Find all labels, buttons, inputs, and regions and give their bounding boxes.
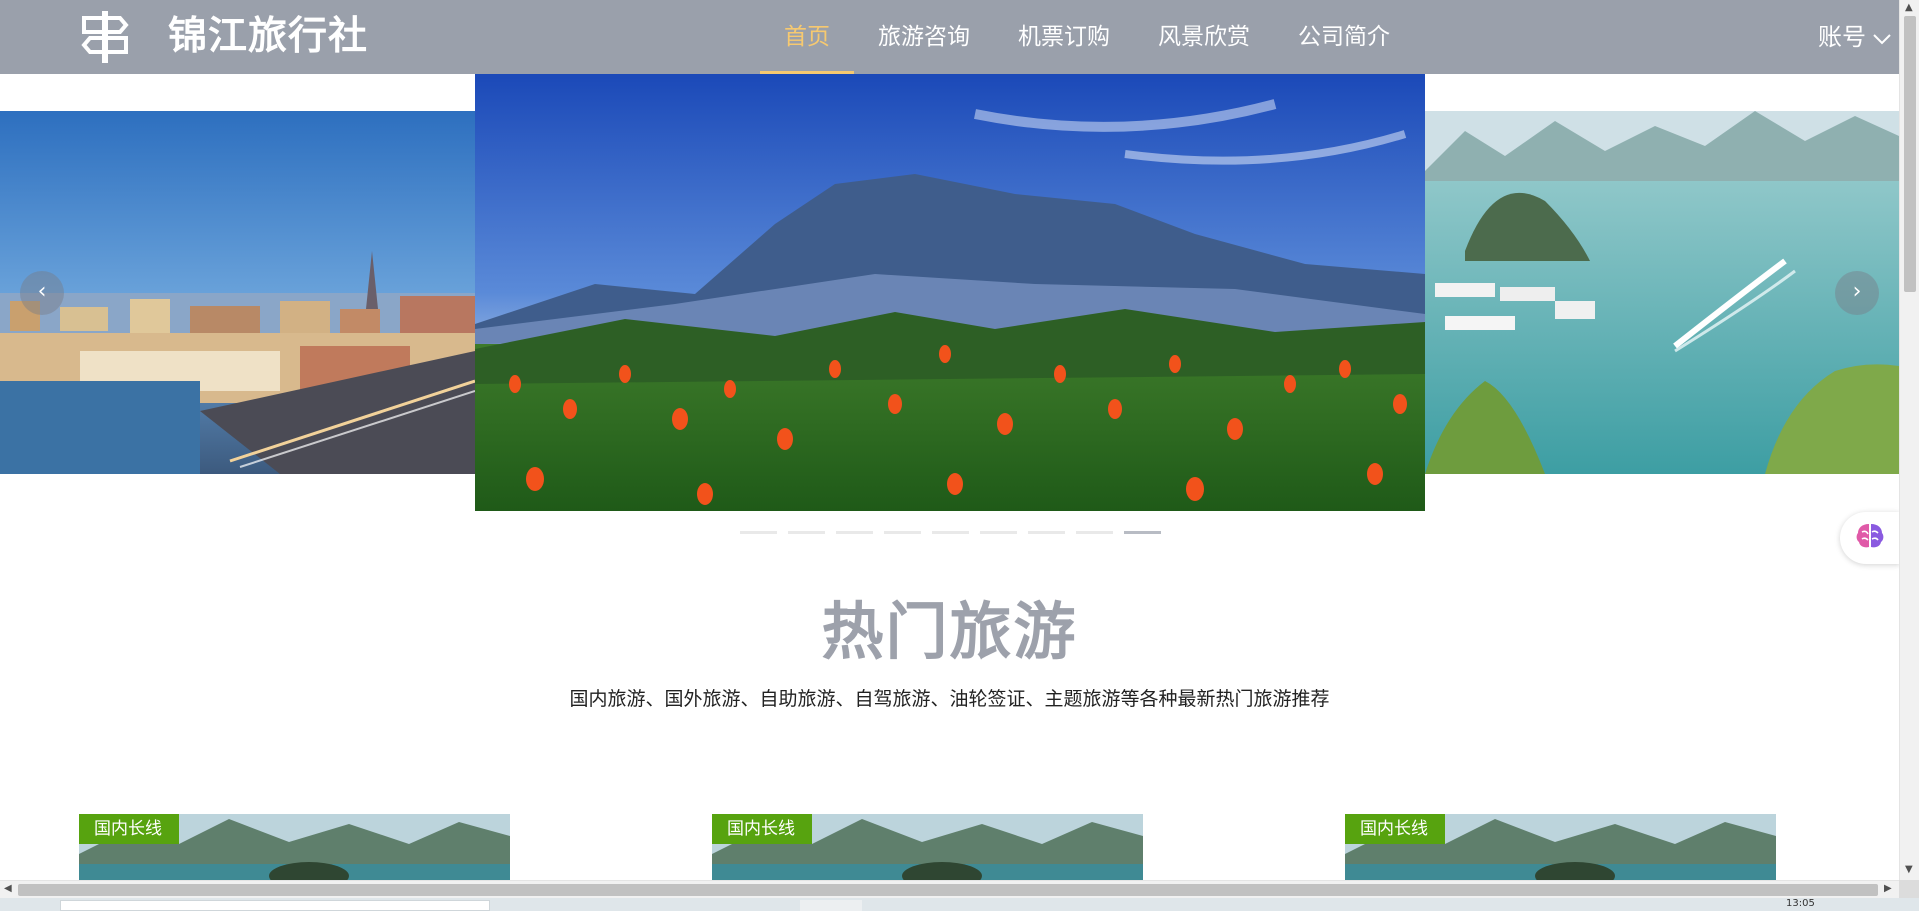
- carousel-indicator-1[interactable]: [740, 531, 777, 534]
- travel-card-3[interactable]: 国内长线: [1345, 814, 1776, 880]
- taskbar-window-button[interactable]: [60, 900, 490, 911]
- scroll-corner: [1899, 880, 1919, 898]
- vertical-scrollbar[interactable]: ▲ ▼: [1899, 0, 1919, 880]
- brain-icon: [1854, 521, 1886, 555]
- site-logo-text[interactable]: 锦江旅行社: [168, 10, 368, 64]
- nav-item-travel-consult[interactable]: 旅游咨询: [854, 0, 994, 74]
- nav-item-company-intro[interactable]: 公司简介: [1274, 0, 1414, 74]
- signpost-logo-icon[interactable]: [76, 8, 134, 66]
- nav-item-scenery[interactable]: 风景欣赏: [1134, 0, 1274, 74]
- hero-carousel: ‹ ›: [0, 74, 1899, 544]
- scroll-left-icon[interactable]: ◀: [4, 881, 12, 897]
- section-title: 热门旅游: [821, 595, 1078, 668]
- carousel-indicator-2[interactable]: [788, 531, 825, 534]
- carousel-slide-bay[interactable]: [1425, 111, 1899, 474]
- chevron-down-icon: [1866, 0, 1892, 75]
- card-badge: 国内长线: [79, 814, 179, 844]
- nav-item-home[interactable]: 首页: [760, 0, 854, 74]
- carousel-indicator-4[interactable]: [884, 531, 921, 534]
- card-badge: 国内长线: [1345, 814, 1445, 844]
- travel-card-2[interactable]: 国内长线: [712, 814, 1143, 880]
- taskbar-app-button[interactable]: [800, 900, 862, 911]
- horizontal-scroll-thumb[interactable]: [18, 884, 1878, 896]
- carousel-indicators: [740, 531, 1161, 537]
- carousel-indicator-6[interactable]: [980, 531, 1017, 534]
- top-navbar: 锦江旅行社 首页 旅游咨询 机票订购 风景欣赏 公司简介 账号: [0, 0, 1899, 74]
- carousel-indicator-8[interactable]: [1076, 531, 1113, 534]
- scroll-right-icon[interactable]: ▶: [1884, 881, 1892, 897]
- ai-assistant-button[interactable]: [1840, 512, 1900, 564]
- carousel-slide-mountain-flowers[interactable]: [475, 74, 1425, 511]
- vertical-scroll-thumb[interactable]: [1904, 16, 1916, 292]
- carousel-next-button[interactable]: ›: [1835, 271, 1879, 315]
- carousel-slide-city[interactable]: [0, 111, 475, 474]
- horizontal-scrollbar[interactable]: ◀ ▶: [0, 880, 1899, 898]
- carousel-prev-button[interactable]: ‹: [20, 271, 64, 315]
- carousel-indicator-7[interactable]: [1028, 531, 1065, 534]
- account-menu[interactable]: 账号: [1818, 0, 1892, 74]
- os-taskbar: [0, 898, 1919, 911]
- chevron-left-icon: ‹: [37, 279, 47, 304]
- taskbar-clock: 13:05: [1786, 898, 1815, 909]
- section-subtitle: 国内旅游、国外旅游、自助旅游、自驾旅游、油轮签证、主题旅游等各种最新热门旅游推荐: [569, 688, 1330, 710]
- carousel-indicator-3[interactable]: [836, 531, 873, 534]
- scroll-up-icon[interactable]: ▲: [1905, 0, 1913, 16]
- account-label: 账号: [1818, 23, 1866, 51]
- carousel-indicator-9[interactable]: [1124, 531, 1161, 534]
- carousel-indicator-5[interactable]: [932, 531, 969, 534]
- card-badge: 国内长线: [712, 814, 812, 844]
- nav-item-flight-booking[interactable]: 机票订购: [994, 0, 1134, 74]
- main-nav: 首页 旅游咨询 机票订购 风景欣赏 公司简介: [760, 0, 1414, 74]
- travel-card-1[interactable]: 国内长线: [79, 814, 510, 880]
- scroll-down-icon[interactable]: ▼: [1905, 862, 1913, 878]
- chevron-right-icon: ›: [1852, 279, 1862, 304]
